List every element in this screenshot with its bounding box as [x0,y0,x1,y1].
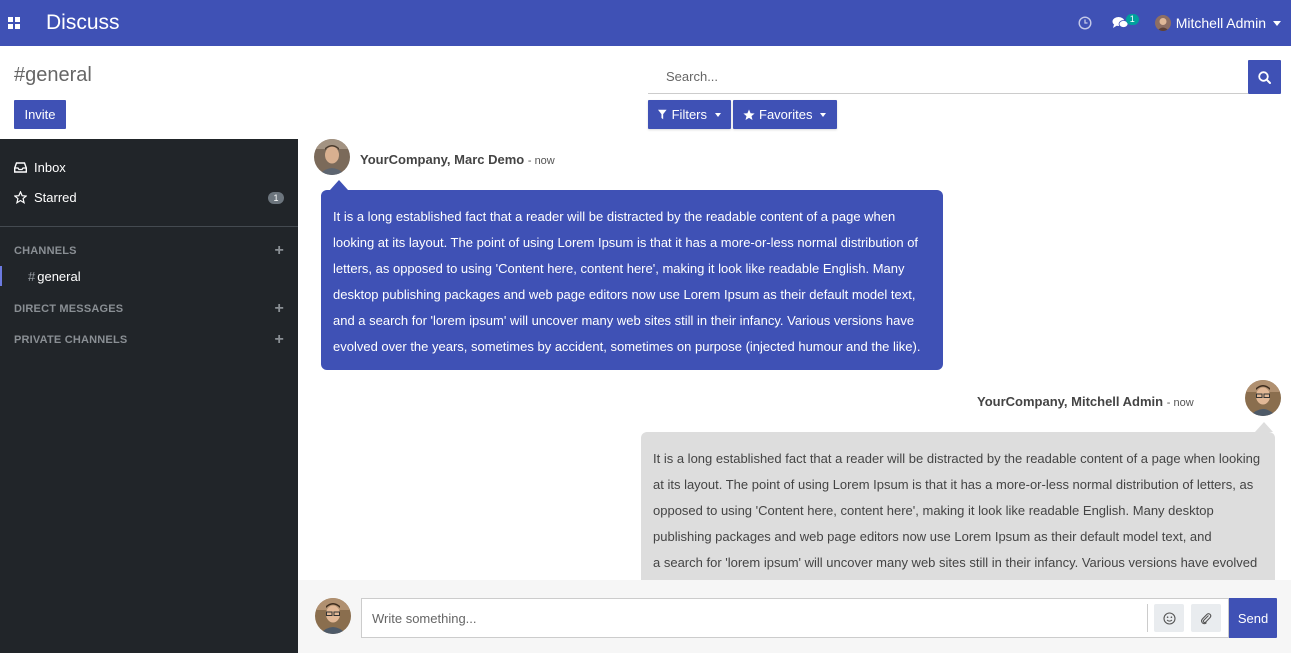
message-composer: Send [298,580,1291,653]
filter-icon [658,109,667,120]
filters-button[interactable]: Filters [648,100,731,129]
author-avatar[interactable] [1245,380,1281,416]
channels-header-label: CHANNELS [14,245,77,257]
smiley-icon [1162,611,1176,625]
message-bubble: It is a long established fact that a rea… [641,422,1275,580]
search-input[interactable] [648,60,1248,94]
message-line: and a search for 'lorem ipsum' will unco… [333,313,915,328]
inbox-icon [14,162,28,173]
author-name: YourCompany, Mitchell Admin [977,394,1164,409]
author-name: YourCompany, Marc Demo [360,152,525,167]
chevron-down-icon [1273,20,1281,26]
chevron-down-icon [715,112,721,117]
add-channel-icon[interactable]: + [274,243,284,259]
sidebar-item-general[interactable]: # general [0,266,298,286]
message-author: YourCompany, Marc Demo - now [360,152,555,167]
app-title: Discuss [46,11,120,34]
user-avatar [1154,15,1171,31]
chat-counter-badge: 1 [1125,14,1139,25]
composer-divider [1147,604,1148,632]
add-direct-message-icon[interactable]: + [274,301,284,317]
search-bar [648,60,1281,94]
filters-label: Filters [671,107,707,122]
invite-button[interactable]: Invite [14,100,66,129]
private-channels-label: PRIVATE CHANNELS [14,334,128,346]
message-line: at its layout. The point of using Lorem … [653,477,1254,492]
send-button[interactable]: Send [1229,598,1277,638]
star-outline-icon [14,191,28,204]
message-bubble: It is a long established fact that a rea… [321,180,943,370]
message-line: desktop publishing packages and web page… [333,287,916,302]
emoji-button[interactable] [1154,604,1184,632]
add-private-channel-icon[interactable]: + [274,332,284,348]
favorites-label: Favorites [759,107,813,122]
message-line: evolved over the years, sometimes by acc… [333,339,921,354]
message-date: - now [527,155,555,167]
composer-box [361,598,1229,638]
top-navbar: Discuss 1 Mitchell Admin [0,0,1291,46]
message-author: YourCompany, Mitchell Admin - now [977,394,1194,409]
message-line: looking at its layout. The point of usin… [333,235,919,250]
control-panel: #general Invite Filters Favorites [0,50,1291,139]
page-title: #general [14,64,92,86]
direct-messages-label: DIRECT MESSAGES [14,303,124,315]
sidebar-item-label: Inbox [34,160,66,175]
favorites-button[interactable]: Favorites [733,100,837,129]
sidebar-item-inbox[interactable]: Inbox [14,160,284,175]
message-thread[interactable]: YourCompany, Marc Demo - now It is a lon… [298,139,1291,580]
message-date: - now [1166,397,1194,409]
user-name: Mitchell Admin [1175,15,1266,31]
chevron-down-icon [820,112,827,117]
hash-icon: # [28,268,36,284]
sidebar-item-starred[interactable]: Starred 1 [14,190,284,205]
sidebar-item-label: Starred [34,190,77,205]
sidebar-divider [0,226,298,227]
message-line: It is a long established fact that a rea… [333,209,896,224]
channel-name: general [37,268,81,284]
message-line: a search for 'lorem ipsum' will uncover … [653,555,1258,570]
activity-clock-icon[interactable] [1068,0,1102,46]
starred-counter-badge: 1 [268,191,284,204]
channels-header: CHANNELS + [14,243,284,259]
author-avatar[interactable] [314,139,350,175]
private-channels-header: PRIVATE CHANNELS + [14,332,284,348]
message-line: letters, as opposed to using 'Content he… [333,261,905,276]
user-menu[interactable]: Mitchell Admin [1139,0,1291,46]
paperclip-icon [1201,612,1212,624]
message-line: publishing packages and web page editors… [653,529,1212,544]
search-button[interactable] [1248,60,1281,94]
attach-file-button[interactable] [1191,604,1221,632]
current-user-avatar [315,598,351,634]
message-input[interactable] [362,599,1147,637]
message-line: opposed to using 'Content here, content … [653,503,1214,518]
search-icon [1258,70,1271,84]
star-icon [743,109,755,120]
direct-messages-header: DIRECT MESSAGES + [14,301,284,317]
messaging-menu[interactable]: 1 [1102,0,1139,46]
apps-menu-icon[interactable] [0,0,28,46]
discuss-sidebar: Inbox Starred 1 CHANNELS + # general DIR… [0,139,298,653]
message-line: It is a long established fact that a rea… [653,451,1261,466]
